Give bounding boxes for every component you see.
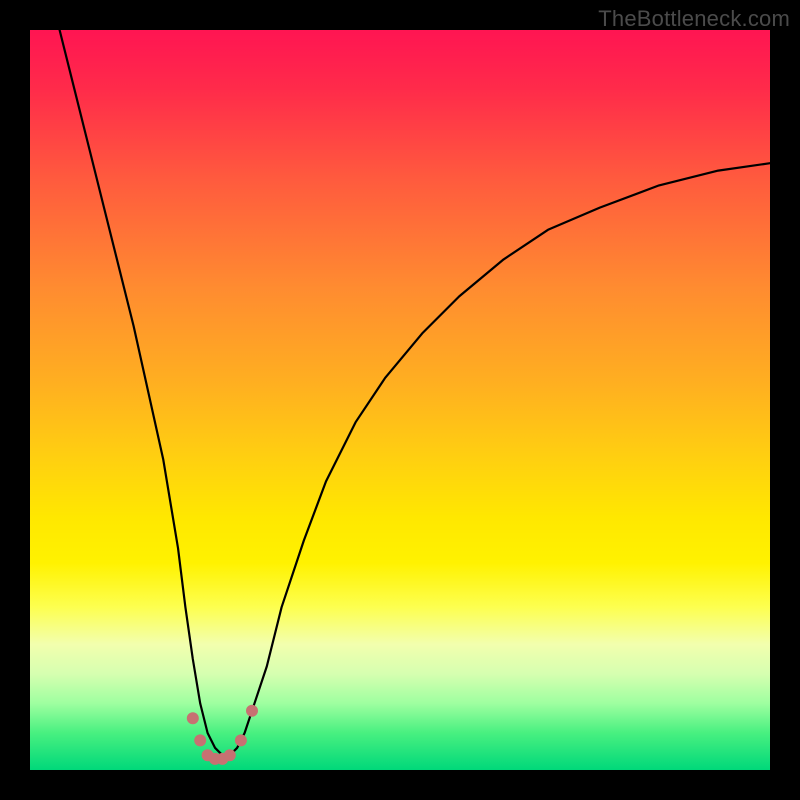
- trough-marker: [246, 705, 258, 717]
- trough-marker: [235, 734, 247, 746]
- trough-markers: [187, 705, 258, 765]
- bottleneck-curve: [60, 30, 770, 755]
- chart-frame: TheBottleneck.com: [0, 0, 800, 800]
- trough-marker: [194, 734, 206, 746]
- watermark-text: TheBottleneck.com: [598, 6, 790, 32]
- curve-layer: [30, 30, 770, 770]
- trough-marker: [187, 712, 199, 724]
- trough-marker: [224, 749, 236, 761]
- plot-area: [30, 30, 770, 770]
